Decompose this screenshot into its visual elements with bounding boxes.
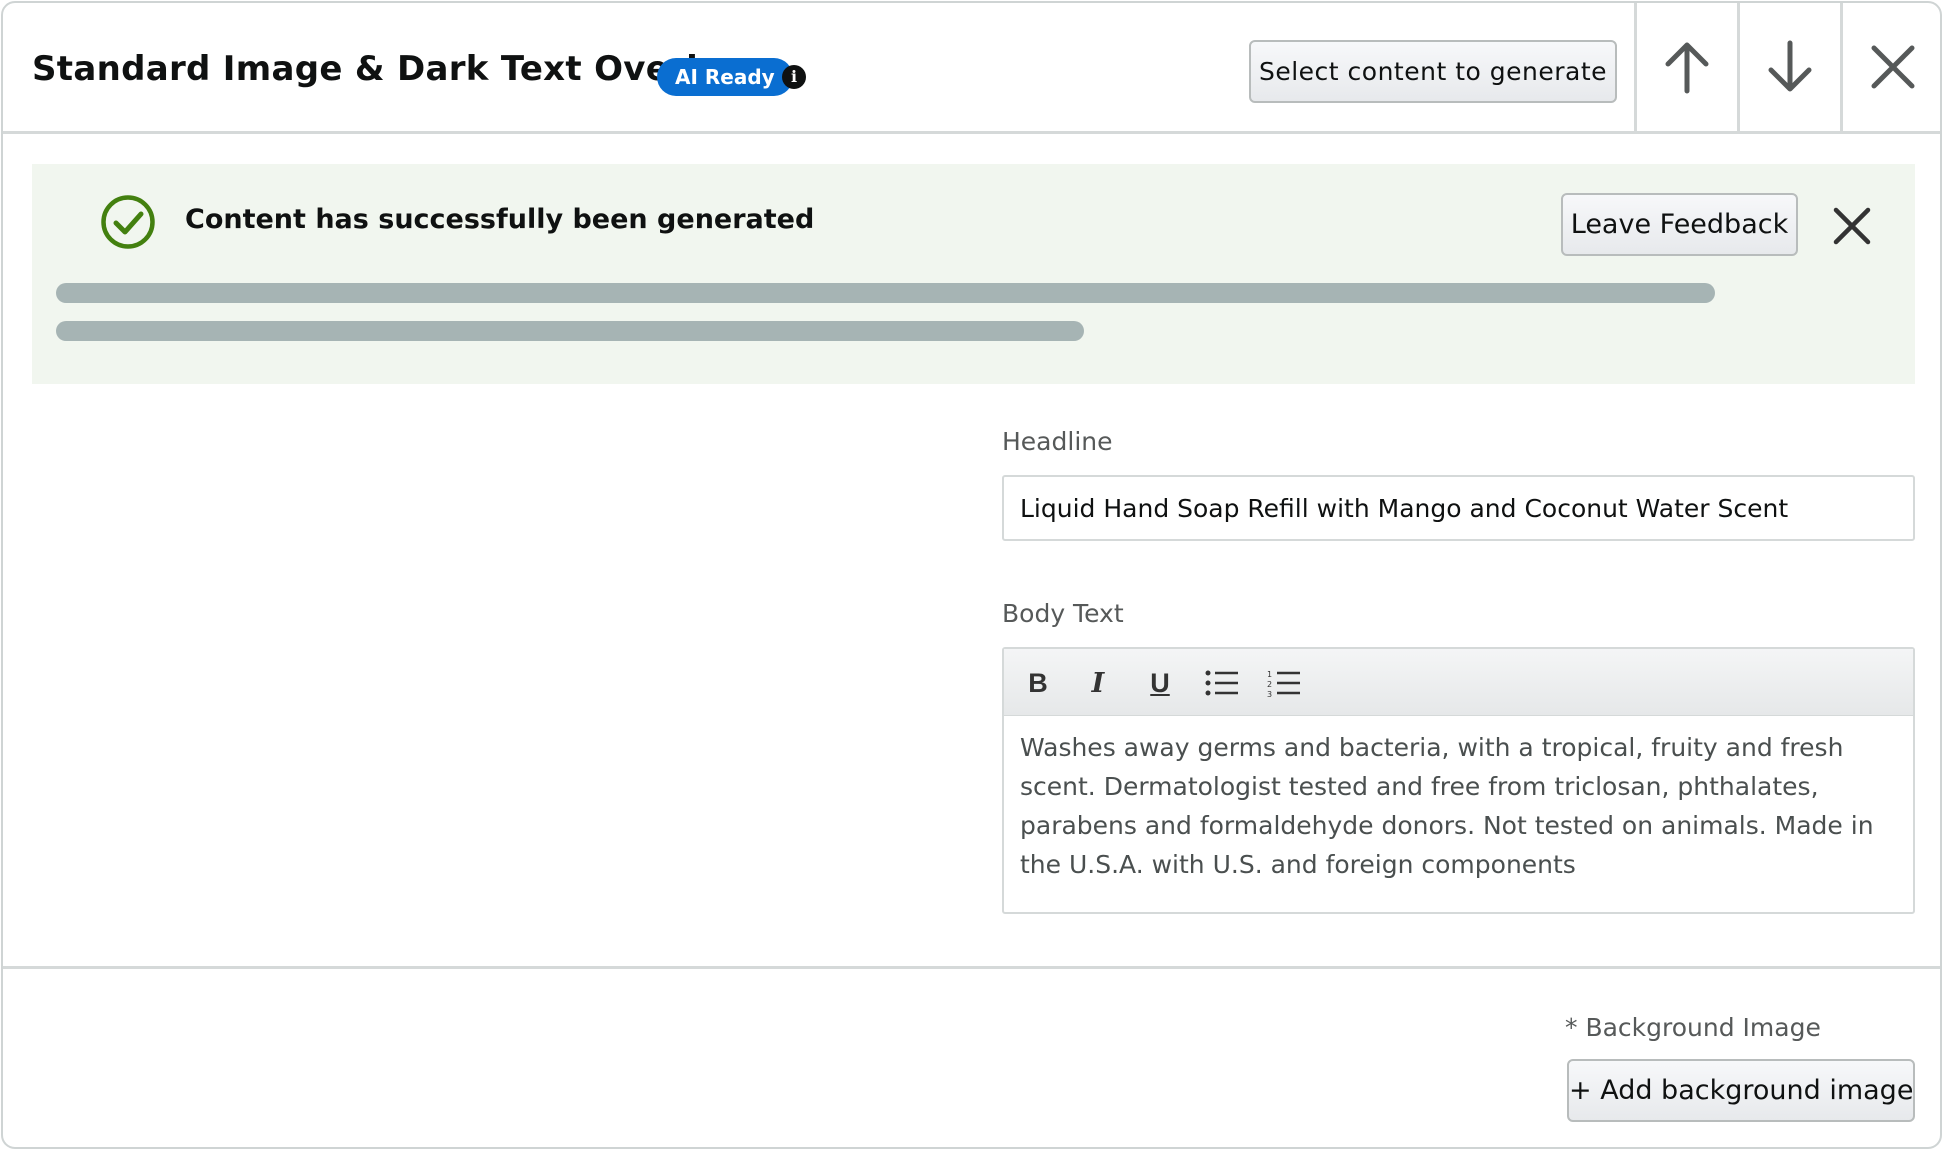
close-icon <box>1871 45 1915 89</box>
arrow-up-icon <box>1665 42 1709 94</box>
move-down-button[interactable] <box>1737 3 1840 131</box>
body-text-editor: B I U 1 2 3 Washes away germs and bacter… <box>1002 647 1915 914</box>
leave-feedback-button[interactable]: Leave Feedback <box>1561 193 1798 256</box>
module-header: Standard Image & Dark Text Overlay AI Re… <box>3 3 1940 134</box>
headline-input[interactable] <box>1002 475 1915 541</box>
background-image-label: * Background Image <box>1565 1013 1821 1042</box>
alert-message: Content has successfully been generated <box>185 204 815 235</box>
move-up-button[interactable] <box>1634 3 1737 131</box>
success-alert: Content has successfully been generated … <box>32 164 1915 384</box>
add-background-image-button[interactable]: + Add background image <box>1567 1059 1915 1122</box>
underline-button[interactable]: U <box>1142 665 1178 701</box>
editor-toolbar: B I U 1 2 3 <box>1004 649 1913 716</box>
close-module-button[interactable] <box>1840 3 1940 131</box>
svg-text:3: 3 <box>1267 690 1272 697</box>
italic-button[interactable]: I <box>1080 665 1116 701</box>
section-divider <box>3 966 1940 969</box>
dismiss-alert-icon[interactable] <box>1832 206 1872 246</box>
body-text-label: Body Text <box>1002 599 1124 628</box>
ai-ready-badge: AI Ready <box>657 58 793 96</box>
bulleted-list-button[interactable] <box>1204 665 1240 701</box>
module-card: Standard Image & Dark Text Overlay AI Re… <box>1 1 1942 1149</box>
bold-button[interactable]: B <box>1020 665 1056 701</box>
headline-label: Headline <box>1002 427 1113 456</box>
svg-text:2: 2 <box>1267 680 1272 689</box>
body-text-content[interactable]: Washes away germs and bacteria, with a t… <box>1020 728 1891 884</box>
check-circle-icon <box>101 195 155 249</box>
info-icon[interactable]: i <box>782 65 806 89</box>
module-title: Standard Image & Dark Text Overlay <box>32 49 743 89</box>
bulleted-list-icon <box>1205 670 1238 696</box>
skeleton-bar <box>56 321 1084 341</box>
svg-text:1: 1 <box>1267 670 1272 679</box>
numbered-list-button[interactable]: 1 2 3 <box>1266 665 1302 701</box>
arrow-down-icon <box>1768 40 1812 92</box>
skeleton-bar <box>56 283 1715 303</box>
select-content-button[interactable]: Select content to generate <box>1249 40 1617 103</box>
numbered-list-icon: 1 2 3 <box>1267 670 1300 697</box>
